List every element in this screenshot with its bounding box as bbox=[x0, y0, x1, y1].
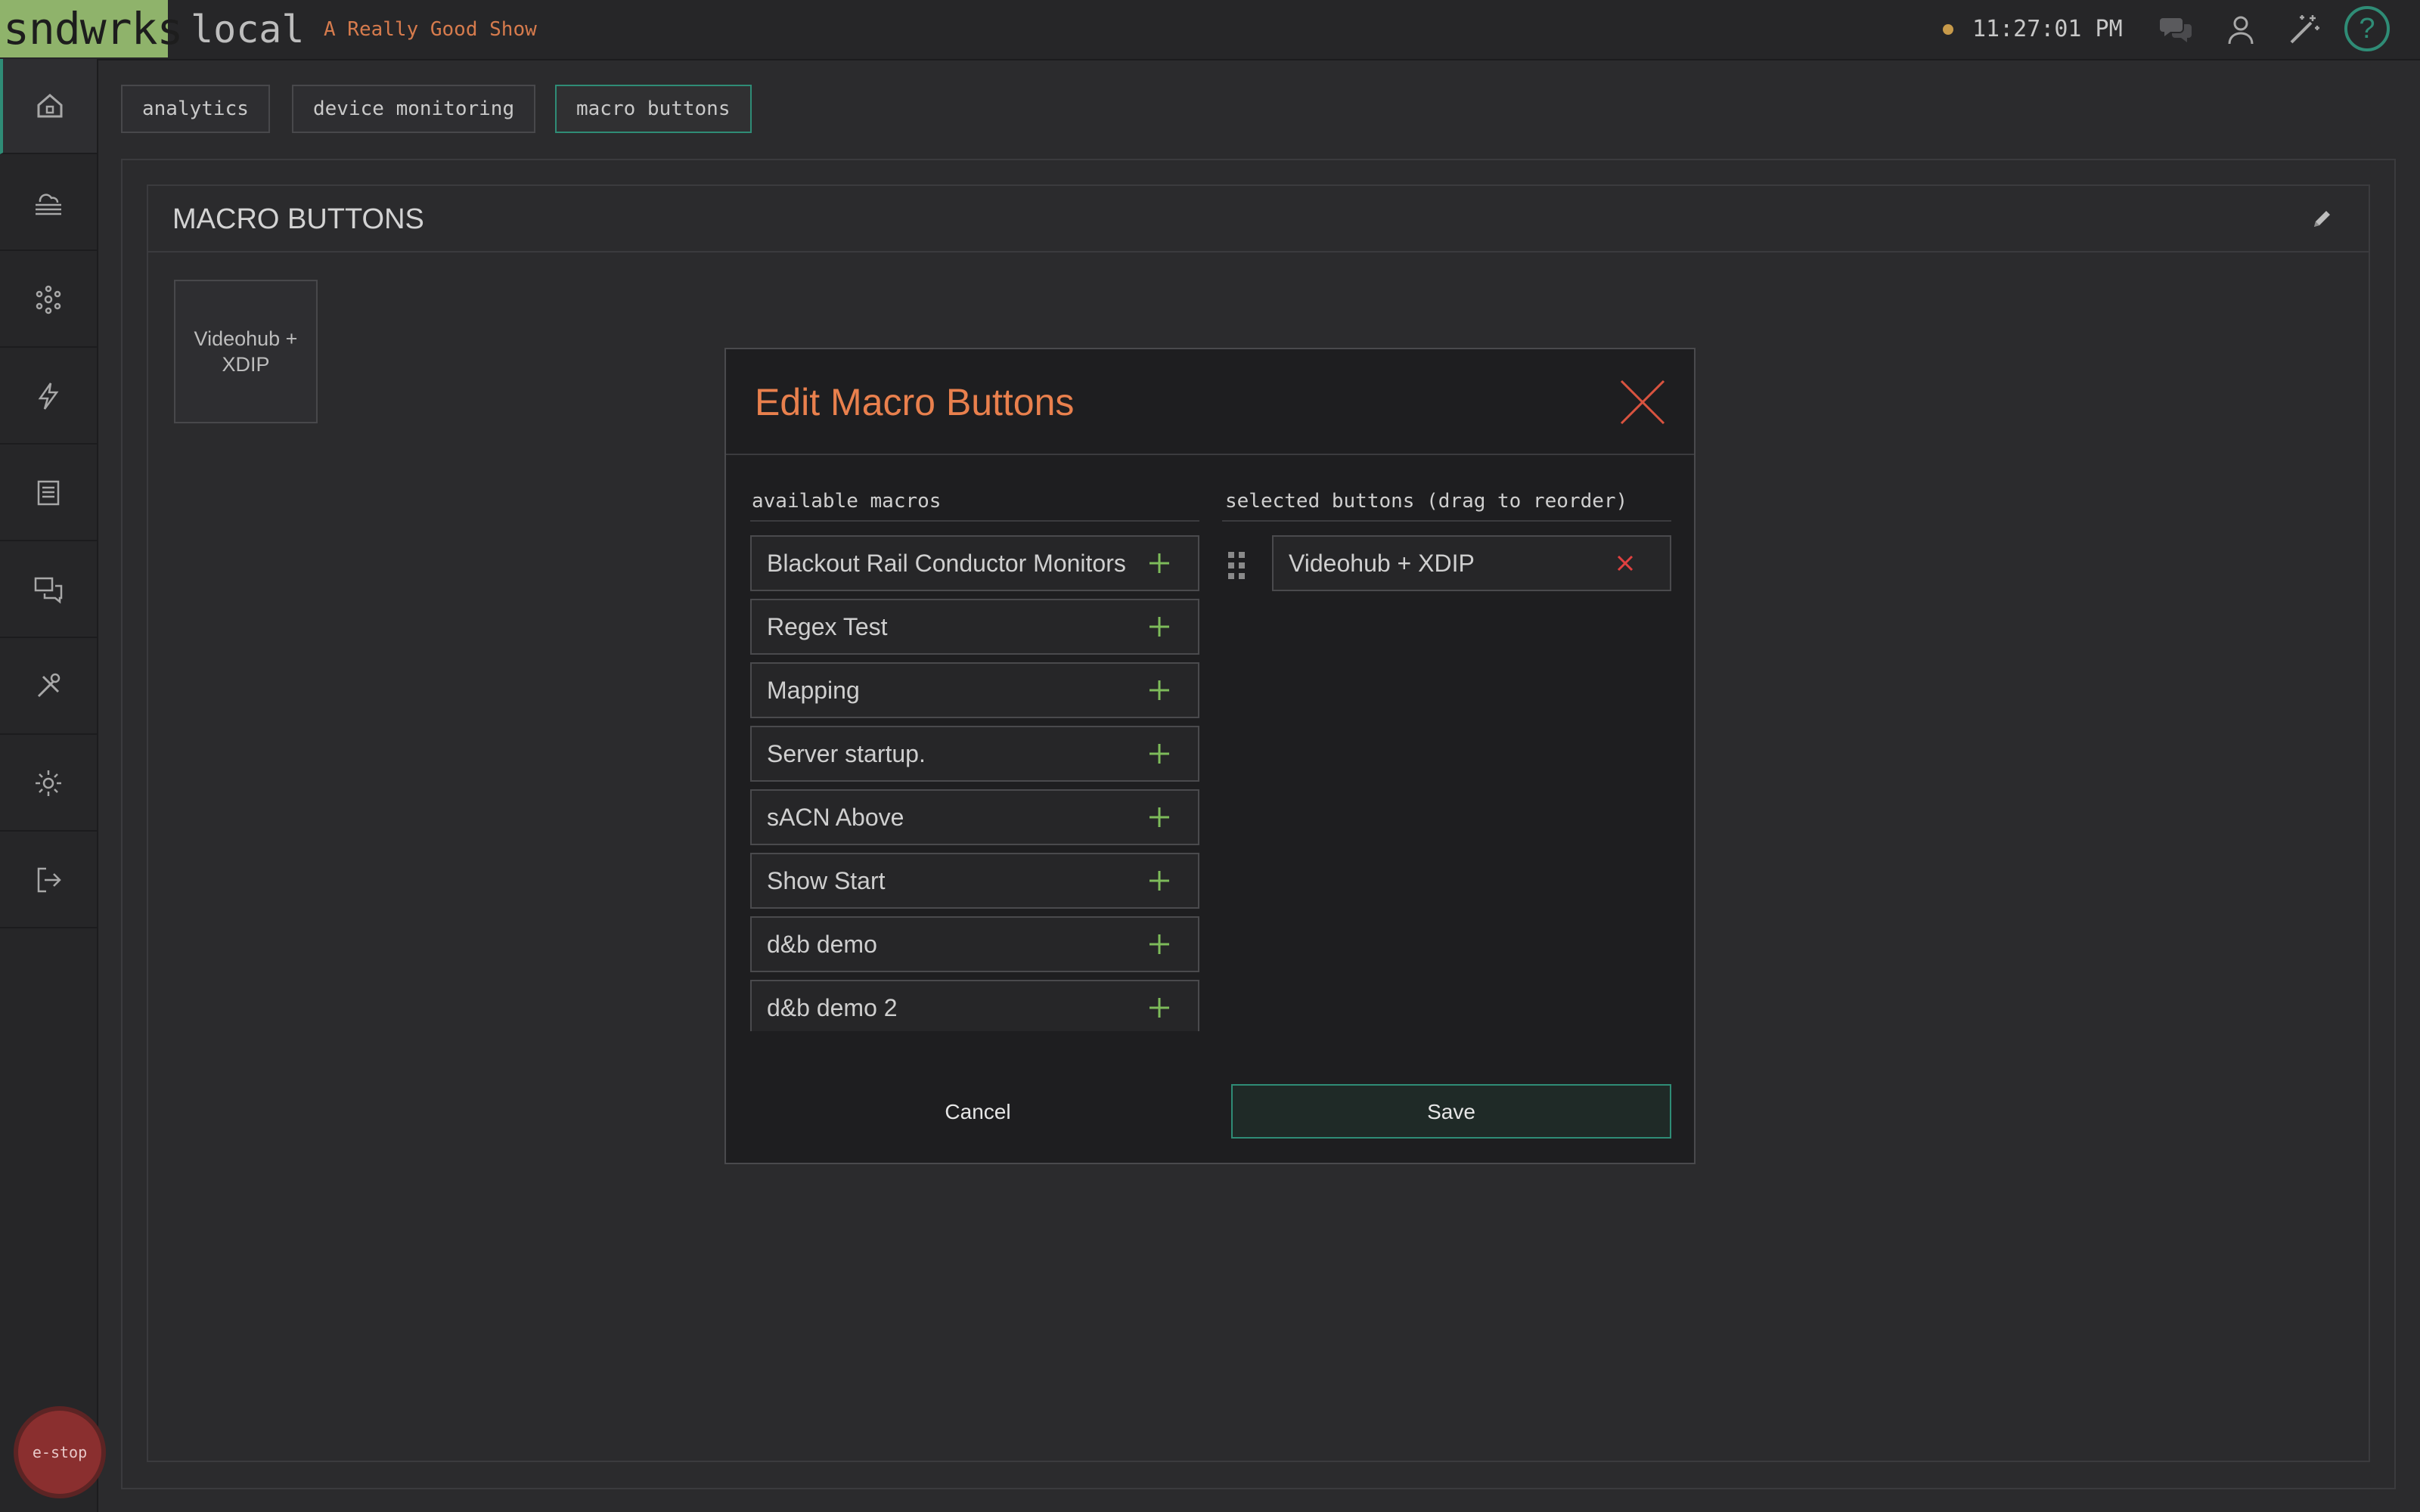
list-item[interactable]: Server startup. bbox=[750, 726, 1199, 782]
sidebar bbox=[0, 59, 98, 1512]
top-bar: sndwrks local A Really Good Show 11:27:0… bbox=[0, 0, 2420, 60]
list-item[interactable]: d&b demo bbox=[750, 916, 1199, 972]
add-icon[interactable] bbox=[1146, 741, 1172, 767]
brand-logo[interactable]: sndwrks bbox=[0, 0, 183, 57]
edit-macro-modal: Edit Macro Buttons available macros sele… bbox=[724, 348, 1696, 1164]
divider bbox=[1222, 520, 1671, 522]
modal-header: Edit Macro Buttons bbox=[726, 349, 1694, 455]
macro-label: sACN Above bbox=[767, 804, 904, 831]
drag-handle-icon[interactable] bbox=[1227, 550, 1246, 581]
macro-label: Show Start bbox=[767, 867, 886, 894]
cancel-button[interactable]: Cancel bbox=[752, 1084, 1204, 1139]
tools-icon bbox=[37, 673, 60, 698]
chat-bubbles-icon[interactable] bbox=[2158, 12, 2193, 47]
remove-icon[interactable] bbox=[1614, 552, 1637, 575]
environment-label: local bbox=[191, 8, 305, 51]
sidebar-item-settings[interactable] bbox=[0, 736, 97, 832]
list-item[interactable]: Regex Test bbox=[750, 599, 1199, 655]
list-item[interactable]: Show Start bbox=[750, 853, 1199, 909]
selected-button-item[interactable]: Videohub + XDIP bbox=[1272, 535, 1671, 591]
add-icon[interactable] bbox=[1146, 614, 1172, 640]
card-header: MACRO BUTTONS bbox=[148, 186, 2369, 253]
sidebar-item-logout[interactable] bbox=[0, 833, 97, 928]
document-icon bbox=[37, 480, 60, 506]
add-icon[interactable] bbox=[1146, 677, 1172, 703]
tab-macro-buttons[interactable]: macro buttons bbox=[555, 85, 752, 133]
modal-title: Edit Macro Buttons bbox=[755, 381, 1075, 423]
sidebar-item-messages[interactable] bbox=[0, 543, 97, 638]
add-icon[interactable] bbox=[1146, 868, 1172, 894]
status-indicator bbox=[1943, 24, 1953, 35]
home-icon bbox=[37, 94, 63, 118]
add-icon[interactable] bbox=[1146, 804, 1172, 830]
add-icon[interactable] bbox=[1146, 995, 1172, 1021]
available-macros-label: available macros bbox=[752, 490, 942, 513]
sidebar-item-power[interactable] bbox=[0, 349, 97, 445]
macro-label: Server startup. bbox=[767, 740, 926, 767]
add-icon[interactable] bbox=[1146, 550, 1172, 576]
divider bbox=[750, 520, 1199, 522]
list-item[interactable]: d&b demo 2 bbox=[750, 980, 1199, 1031]
cloud-server-icon bbox=[36, 194, 61, 215]
network-nodes-icon bbox=[36, 285, 61, 314]
tab-analytics[interactable]: analytics bbox=[121, 85, 270, 133]
card-title: MACRO BUTTONS bbox=[172, 203, 424, 235]
sidebar-item-tools[interactable] bbox=[0, 640, 97, 735]
selected-button-label: Videohub + XDIP bbox=[1289, 550, 1475, 577]
magic-wand-icon[interactable] bbox=[2287, 12, 2322, 47]
macro-label: Mapping bbox=[767, 677, 860, 704]
close-icon[interactable] bbox=[1618, 378, 1667, 426]
list-item[interactable]: Mapping bbox=[750, 662, 1199, 718]
macro-label: d&b demo bbox=[767, 931, 877, 958]
sidebar-item-cloud[interactable] bbox=[0, 156, 97, 251]
gear-icon bbox=[36, 770, 61, 796]
selected-buttons-label: selected buttons (drag to reorder) bbox=[1225, 490, 1628, 513]
chat-icon bbox=[34, 577, 63, 604]
clock: 11:27:01 PM bbox=[1972, 16, 2123, 42]
list-item[interactable]: Blackout Rail Conductor Monitors bbox=[750, 535, 1199, 591]
sidebar-item-documents[interactable] bbox=[0, 446, 97, 541]
show-name: A Really Good Show bbox=[324, 18, 537, 41]
add-icon[interactable] bbox=[1146, 931, 1172, 957]
macro-label: Regex Test bbox=[767, 613, 888, 640]
list-item[interactable]: sACN Above bbox=[750, 789, 1199, 845]
sidebar-item-network[interactable] bbox=[0, 253, 97, 348]
tab-device-monitoring[interactable]: device monitoring bbox=[292, 85, 536, 133]
macro-label: Blackout Rail Conductor Monitors bbox=[767, 550, 1126, 577]
help-icon[interactable]: ? bbox=[2344, 6, 2390, 51]
available-macros-list[interactable]: Blackout Rail Conductor Monitors Regex T… bbox=[750, 535, 1199, 1031]
pencil-icon[interactable] bbox=[2310, 207, 2334, 231]
estop-button[interactable]: e-stop bbox=[14, 1406, 106, 1498]
lightning-icon bbox=[38, 383, 59, 410]
macro-label: d&b demo 2 bbox=[767, 994, 898, 1021]
sidebar-item-home[interactable] bbox=[0, 59, 97, 154]
user-icon[interactable] bbox=[2223, 12, 2258, 47]
logout-icon bbox=[37, 867, 61, 893]
macro-tile[interactable]: Videohub + XDIP bbox=[174, 280, 318, 423]
save-button[interactable]: Save bbox=[1231, 1084, 1671, 1139]
